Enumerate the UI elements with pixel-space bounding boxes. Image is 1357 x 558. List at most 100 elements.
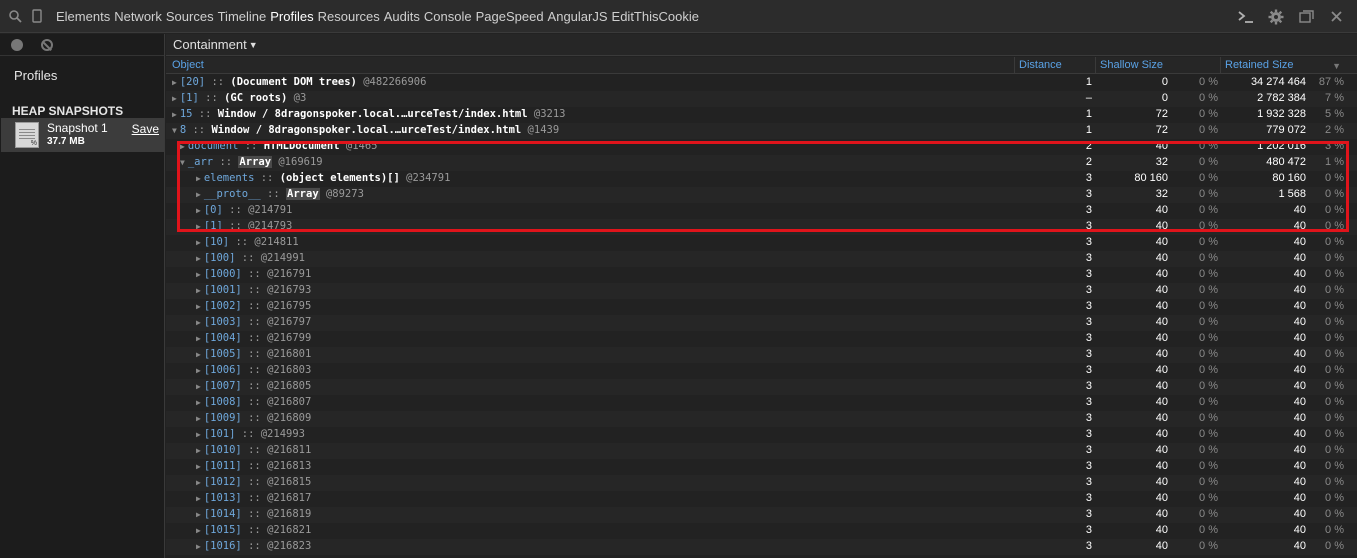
table-row[interactable]: ▶ [1006] :: @216803 3 40 0 % 40 0 %	[166, 363, 1357, 379]
expand-triangle-icon[interactable]: ▶	[196, 382, 201, 391]
table-row[interactable]: ▶ [101] :: @214993 3 40 0 % 40 0 %	[166, 427, 1357, 443]
tab-timeline[interactable]: Timeline	[218, 9, 271, 24]
expand-triangle-icon[interactable]: ▶	[196, 494, 201, 503]
table-row[interactable]: ▶ [1004] :: @216799 3 40 0 % 40 0 %	[166, 331, 1357, 347]
table-row[interactable]: ▶ [0] :: @214791 3 40 0 % 40 0 %	[166, 203, 1357, 219]
table-row[interactable]: ▶ [1002] :: @216795 3 40 0 % 40 0 %	[166, 299, 1357, 315]
expand-triangle-icon[interactable]: ▶	[196, 446, 201, 455]
expand-triangle-icon[interactable]: ▶	[196, 270, 201, 279]
object-name: [1006]	[203, 364, 242, 376]
tab-resources[interactable]: Resources	[318, 9, 384, 24]
tab-angularjs[interactable]: AngularJS	[548, 9, 612, 24]
table-row[interactable]: ▼ _arr :: Array @169619 2 32 0 % 480 472 1 %	[166, 155, 1357, 171]
expand-triangle-icon[interactable]: ▶	[196, 526, 201, 535]
expand-triangle-icon[interactable]: ▼	[180, 158, 185, 167]
close-icon[interactable]	[1323, 0, 1349, 33]
column-distance[interactable]: Distance	[1019, 59, 1062, 71]
table-row[interactable]: ▶ elements :: (object elements)[] @234791…	[166, 171, 1357, 187]
expand-triangle-icon[interactable]: ▶	[196, 414, 201, 423]
expand-triangle-icon[interactable]: ▶	[196, 334, 201, 343]
gear-icon[interactable]	[1263, 0, 1289, 33]
table-row[interactable]: ▶ [1013] :: @216817 3 40 0 % 40 0 %	[166, 491, 1357, 507]
table-row[interactable]: ▶ [1009] :: @216809 3 40 0 % 40 0 %	[166, 411, 1357, 427]
tab-elements[interactable]: Elements	[56, 9, 114, 24]
search-icon[interactable]	[4, 0, 26, 33]
table-row[interactable]: ▶ [1012] :: @216815 3 40 0 % 40 0 %	[166, 475, 1357, 491]
expand-triangle-icon[interactable]: ▶	[196, 478, 201, 487]
expand-triangle-icon[interactable]: ▶	[196, 302, 201, 311]
expand-triangle-icon[interactable]: ▶	[196, 398, 201, 407]
object-cell: ▶ 15 :: Window / 8dragonspoker.local.…urc…	[172, 108, 565, 120]
object-cell: ▶ [10] :: @214811	[196, 236, 299, 248]
table-row[interactable]: ▶ [1015] :: @216821 3 40 0 % 40 0 %	[166, 523, 1357, 539]
table-row[interactable]: ▶ [1007] :: @216805 3 40 0 % 40 0 %	[166, 379, 1357, 395]
table-row[interactable]: ▶ [1003] :: @216797 3 40 0 % 40 0 %	[166, 315, 1357, 331]
expand-triangle-icon[interactable]: ▶	[196, 206, 201, 215]
expand-triangle-icon[interactable]: ▶	[196, 254, 201, 263]
tab-pagespeed[interactable]: PageSpeed	[476, 9, 548, 24]
expand-triangle-icon[interactable]: ▶	[196, 222, 201, 231]
expand-triangle-icon[interactable]: ▶	[180, 142, 185, 151]
table-row[interactable]: ▶ [1011] :: @216813 3 40 0 % 40 0 %	[166, 459, 1357, 475]
table-row[interactable]: ▶ [1016] :: @216823 3 40 0 % 40 0 %	[166, 539, 1357, 555]
shallow-size-cell: 40	[1155, 236, 1168, 248]
shallow-size-cell: 40	[1155, 268, 1168, 280]
table-row[interactable]: ▶ 15 :: Window / 8dragonspoker.local.…urc…	[166, 107, 1357, 123]
table-row[interactable]: ▶ [1000] :: @216791 3 40 0 % 40 0 %	[166, 267, 1357, 283]
expand-triangle-icon[interactable]: ▼	[172, 126, 177, 135]
snapshot-save-link[interactable]: Save	[132, 122, 159, 136]
tab-audits[interactable]: Audits	[384, 9, 424, 24]
retained-percent-cell: 87 %	[1318, 76, 1344, 88]
table-row[interactable]: ▶ [1014] :: @216819 3 40 0 % 40 0 %	[166, 507, 1357, 523]
shallow-size-cell: 40	[1155, 348, 1168, 360]
table-row[interactable]: ▶ [1008] :: @216807 3 40 0 % 40 0 %	[166, 395, 1357, 411]
column-shallow-size[interactable]: Shallow Size	[1100, 59, 1163, 71]
table-row[interactable]: ▶ [1010] :: @216811 3 40 0 % 40 0 %	[166, 443, 1357, 459]
table-row[interactable]: ▶ [1] :: (GC roots) @3 – 0 0 % 2 782 384 7 %	[166, 91, 1357, 107]
expand-triangle-icon[interactable]: ▶	[196, 430, 201, 439]
table-row[interactable]: ▶ document :: HTMLDocument @1465 2 40 0 % 1 2…	[166, 139, 1357, 155]
expand-triangle-icon[interactable]: ▶	[196, 542, 201, 551]
tab-console[interactable]: Console	[424, 9, 476, 24]
record-heap-snapshot-icon[interactable]	[11, 38, 23, 51]
table-row[interactable]: ▶ [1001] :: @216793 3 40 0 % 40 0 %	[166, 283, 1357, 299]
column-retained-size[interactable]: Retained Size	[1225, 59, 1294, 71]
object-name: document	[187, 140, 239, 152]
table-row[interactable]: ▶ [20] :: (Document DOM trees) @482266906…	[166, 75, 1357, 91]
object-cell: ▶ [1008] :: @216807	[196, 396, 311, 408]
tab-profiles[interactable]: Profiles	[270, 9, 317, 24]
column-object[interactable]: Object	[172, 59, 204, 71]
table-row[interactable]: ▶ [100] :: @214991 3 40 0 % 40 0 %	[166, 251, 1357, 267]
object-id: @214793	[248, 220, 293, 232]
table-row[interactable]: ▶ [10] :: @214811 3 40 0 % 40 0 %	[166, 235, 1357, 251]
expand-triangle-icon[interactable]: ▶	[196, 238, 201, 247]
shallow-size-cell: 40	[1155, 524, 1168, 536]
expand-triangle-icon[interactable]: ▶	[196, 174, 201, 183]
object-cell: ▶ [1012] :: @216815	[196, 476, 311, 488]
table-row[interactable]: ▶ [1005] :: @216801 3 40 0 % 40 0 %	[166, 347, 1357, 363]
tab-editthiscookie[interactable]: EditThisCookie	[612, 9, 703, 24]
table-row[interactable]: ▼ 8 :: Window / 8dragonspoker.local.…urce…	[166, 123, 1357, 139]
snapshot-name: Snapshot 1	[47, 121, 108, 135]
expand-triangle-icon[interactable]: ▶	[196, 318, 201, 327]
expand-triangle-icon[interactable]: ▶	[172, 94, 177, 103]
table-row[interactable]: ▶ [1] :: @214793 3 40 0 % 40 0 %	[166, 219, 1357, 235]
expand-triangle-icon[interactable]: ▶	[172, 78, 177, 87]
view-selector[interactable]: Containment ▼	[166, 34, 1357, 56]
tab-network[interactable]: Network	[114, 9, 166, 24]
expand-triangle-icon[interactable]: ▶	[196, 462, 201, 471]
device-mode-icon[interactable]	[26, 0, 48, 33]
expand-triangle-icon[interactable]: ▶	[196, 286, 201, 295]
separator: ::	[205, 76, 231, 88]
table-row[interactable]: ▶ __proto__ :: Array @89273 3 32 0 % 1 568 0 %	[166, 187, 1357, 203]
expand-triangle-icon[interactable]: ▶	[196, 350, 201, 359]
expand-triangle-icon[interactable]: ▶	[196, 510, 201, 519]
expand-triangle-icon[interactable]: ▶	[172, 110, 177, 119]
tab-sources[interactable]: Sources	[166, 9, 218, 24]
dock-side-icon[interactable]	[1293, 0, 1319, 33]
clear-profiles-icon[interactable]	[41, 38, 53, 51]
expand-triangle-icon[interactable]: ▶	[196, 366, 201, 375]
console-drawer-icon[interactable]	[1233, 0, 1259, 33]
snapshot-item[interactable]: % Snapshot 1 37.7 MB Save	[1, 118, 164, 152]
expand-triangle-icon[interactable]: ▶	[196, 190, 201, 199]
